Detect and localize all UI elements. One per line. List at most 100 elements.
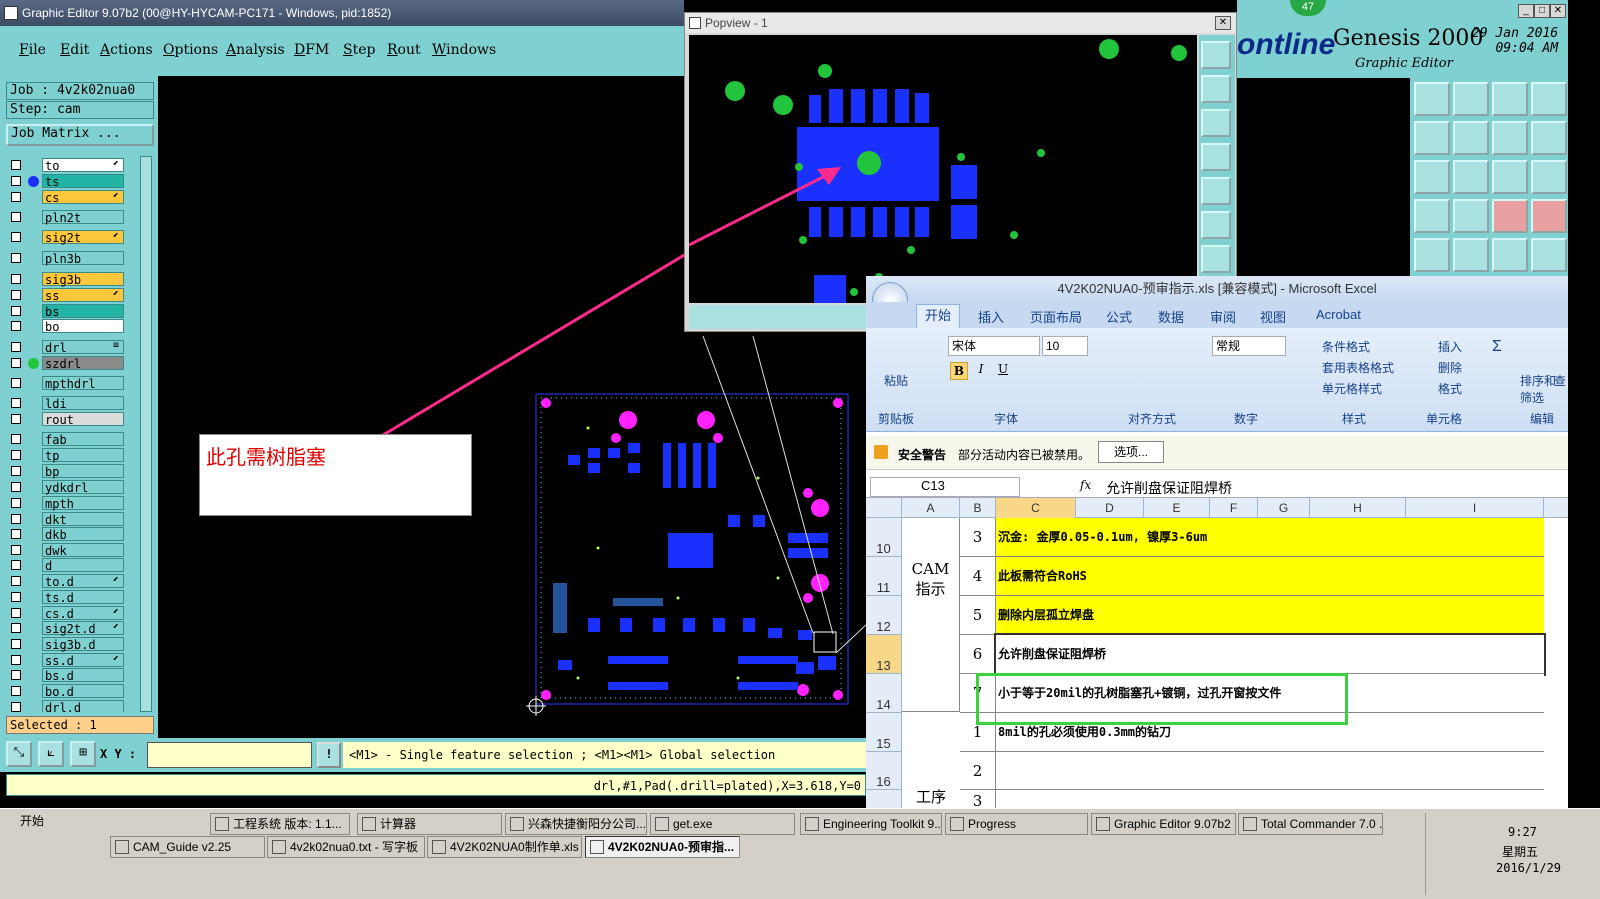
layer-name[interactable]: to bbox=[42, 158, 124, 173]
column-header[interactable]: D bbox=[1076, 498, 1144, 518]
tool-icon[interactable] bbox=[1453, 160, 1489, 194]
row-header[interactable]: 10 bbox=[866, 518, 902, 557]
layer-row[interactable]: cs ⬋ bbox=[8, 190, 140, 205]
layer-row[interactable]: ss ⬋ bbox=[8, 288, 140, 303]
tool-icon[interactable] bbox=[1453, 199, 1489, 233]
paste-button[interactable]: 粘贴 bbox=[884, 372, 908, 389]
tool-icon[interactable] bbox=[1531, 199, 1567, 233]
menu-actions[interactable]: Actions bbox=[100, 42, 153, 58]
cell-b[interactable]: 2 bbox=[960, 752, 996, 790]
layer-row[interactable]: dkt bbox=[8, 512, 140, 527]
layer-checkbox[interactable] bbox=[11, 274, 21, 284]
layer-checkbox[interactable] bbox=[11, 342, 21, 352]
cell-c[interactable]: 删除内层孤立焊盘 bbox=[996, 596, 1544, 635]
pv-save-button[interactable] bbox=[1201, 109, 1231, 137]
tool-icon[interactable] bbox=[1531, 121, 1567, 155]
find-button[interactable]: 查 bbox=[1554, 372, 1566, 389]
layer-name[interactable]: drl bbox=[42, 340, 124, 355]
layer-name[interactable]: sig3b.d bbox=[42, 637, 124, 652]
tool-icon[interactable] bbox=[1453, 238, 1489, 272]
layer-row[interactable]: bo bbox=[8, 319, 140, 334]
layer-checkbox[interactable] bbox=[11, 253, 21, 263]
layer-name[interactable]: cs.d bbox=[42, 606, 124, 621]
cell-c[interactable]: 此板需符合RoHS bbox=[996, 557, 1544, 596]
layer-checkbox[interactable] bbox=[11, 498, 21, 508]
layer-row[interactable]: ydkdrl bbox=[8, 480, 140, 495]
layer-checkbox[interactable] bbox=[11, 398, 21, 408]
tool-icon[interactable] bbox=[1492, 82, 1528, 116]
column-header[interactable]: I bbox=[1406, 498, 1544, 518]
layer-row[interactable]: fab bbox=[8, 432, 140, 447]
layer-row[interactable]: pln3b bbox=[8, 251, 140, 266]
taskbar-button[interactable]: Progress bbox=[945, 813, 1088, 835]
layer-row[interactable]: bo.d bbox=[8, 684, 140, 699]
layer-name[interactable]: ldi bbox=[42, 396, 124, 411]
bold-button[interactable]: B bbox=[950, 362, 968, 380]
cell-styles-button[interactable]: 单元格样式 bbox=[1322, 380, 1382, 397]
layer-name[interactable]: ts bbox=[42, 174, 124, 189]
layer-row[interactable]: sig2t ⬋ bbox=[8, 230, 140, 245]
layer-checkbox[interactable] bbox=[11, 482, 21, 492]
tool-snap-button[interactable]: ⤡ bbox=[6, 741, 32, 767]
tool-icon[interactable] bbox=[1414, 238, 1450, 272]
layer-name[interactable]: rout bbox=[42, 412, 124, 427]
layer-name[interactable]: pln3b bbox=[42, 251, 124, 266]
column-header[interactable]: H bbox=[1310, 498, 1406, 518]
layer-name[interactable]: dwk bbox=[42, 543, 124, 558]
layer-name[interactable]: bo bbox=[42, 319, 124, 334]
cell-b[interactable]: 6 bbox=[960, 635, 996, 674]
column-header[interactable]: E bbox=[1144, 498, 1210, 518]
sum-icon[interactable]: Σ bbox=[1492, 338, 1502, 356]
taskbar-button[interactable]: 4V2K02NUA0制作单.xls ... bbox=[427, 836, 582, 858]
italic-button[interactable]: I bbox=[972, 362, 990, 380]
column-header[interactable]: B bbox=[960, 498, 996, 518]
layer-checkbox[interactable] bbox=[11, 290, 21, 300]
layer-checkbox[interactable] bbox=[11, 608, 21, 618]
row-header[interactable]: 11 bbox=[866, 557, 902, 596]
layer-row[interactable]: sig3b bbox=[8, 272, 140, 287]
layer-row[interactable]: mpthdrl bbox=[8, 376, 140, 391]
column-header[interactable]: G bbox=[1258, 498, 1310, 518]
layer-name[interactable]: bs.d bbox=[42, 668, 124, 683]
format-cells-button[interactable]: 格式 bbox=[1438, 380, 1462, 397]
menu-step[interactable]: Step bbox=[343, 42, 375, 58]
layer-checkbox[interactable] bbox=[11, 176, 21, 186]
layer-name[interactable]: bp bbox=[42, 464, 124, 479]
cell-c[interactable]: 允许削盘保证阻焊桥 bbox=[994, 633, 1546, 676]
layer-row[interactable]: cs.d ⬋ bbox=[8, 606, 140, 621]
ribbon-tab[interactable]: 视图 bbox=[1260, 307, 1286, 326]
taskbar-button[interactable]: Total Commander 7.0 ... bbox=[1238, 813, 1383, 835]
ribbon-tab[interactable]: 数据 bbox=[1158, 307, 1184, 326]
taskbar-button[interactable]: CAM_Guide v2.25 bbox=[110, 836, 265, 858]
layer-row[interactable]: pln2t bbox=[8, 210, 140, 225]
layer-name[interactable]: d bbox=[42, 558, 124, 573]
taskbar-button[interactable]: 兴森快捷衡阳分公司... bbox=[505, 813, 647, 835]
number-format-select[interactable]: 常规 bbox=[1212, 336, 1286, 356]
layer-name[interactable]: ss bbox=[42, 288, 124, 303]
row-header[interactable]: 16 bbox=[866, 752, 902, 790]
layer-checkbox[interactable] bbox=[11, 560, 21, 570]
font-size-select[interactable]: 10 bbox=[1042, 336, 1088, 356]
tool-icon[interactable] bbox=[1414, 199, 1450, 233]
taskbar-button[interactable]: 计算器 bbox=[357, 813, 502, 835]
layer-row[interactable]: dkb bbox=[8, 527, 140, 542]
formula-input[interactable]: 允许削盘保证阻焊桥 bbox=[1106, 478, 1232, 498]
tool-grid-button[interactable]: ⊞ bbox=[70, 741, 96, 767]
layer-checkbox[interactable] bbox=[11, 434, 21, 444]
layer-checkbox[interactable] bbox=[11, 514, 21, 524]
layer-name[interactable]: to.d bbox=[42, 574, 124, 589]
name-box[interactable]: C13 bbox=[870, 477, 1020, 497]
fx-icon[interactable]: fx bbox=[1080, 478, 1091, 492]
layer-name[interactable]: sig2t.d bbox=[42, 621, 124, 636]
layer-row[interactable]: ss.d ⬋ bbox=[8, 653, 140, 668]
column-header[interactable]: F bbox=[1210, 498, 1258, 518]
layer-checkbox[interactable] bbox=[11, 321, 21, 331]
layer-name[interactable]: dkb bbox=[42, 527, 124, 542]
cell-b[interactable]: 3 bbox=[960, 518, 996, 557]
layer-row[interactable]: mpth bbox=[8, 496, 140, 511]
layer-checkbox[interactable] bbox=[11, 545, 21, 555]
clock-time[interactable]: 9:27 bbox=[1508, 825, 1537, 839]
layer-checkbox[interactable] bbox=[11, 702, 21, 712]
xy-input[interactable] bbox=[147, 742, 312, 768]
layer-checkbox[interactable] bbox=[11, 592, 21, 602]
